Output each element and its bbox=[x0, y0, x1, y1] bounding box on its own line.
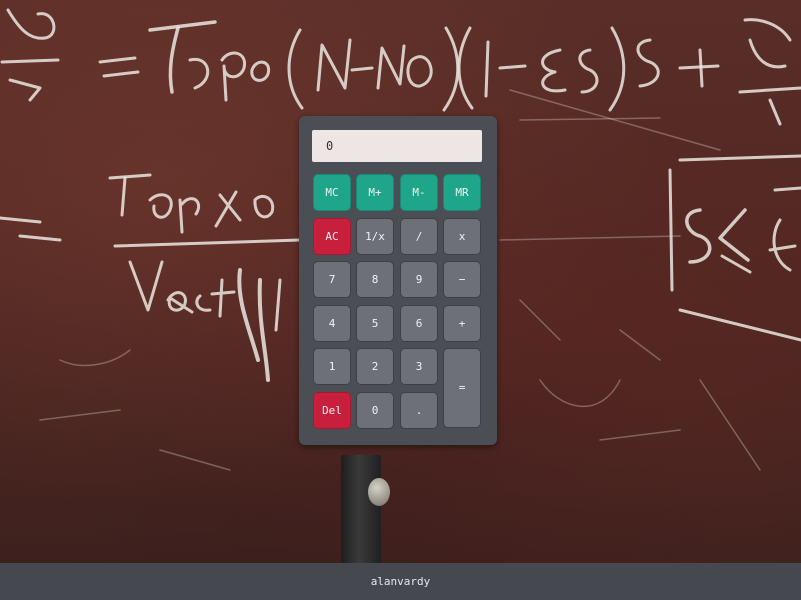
reciprocal-button[interactable]: 1/x bbox=[356, 218, 394, 255]
memory-recall-button[interactable]: MR bbox=[443, 174, 481, 211]
calculator-stand bbox=[341, 455, 381, 567]
memory-add-button[interactable]: M+ bbox=[356, 174, 394, 211]
delete-button[interactable]: Del bbox=[313, 392, 351, 429]
memory-subtract-button[interactable]: M- bbox=[400, 174, 438, 211]
footer-bar: alanvardy bbox=[0, 563, 801, 600]
divide-button[interactable]: / bbox=[400, 218, 438, 255]
digit-8-button[interactable]: 8 bbox=[356, 261, 394, 298]
digit-0-button[interactable]: 0 bbox=[356, 392, 394, 429]
equals-button[interactable]: = bbox=[443, 348, 481, 428]
digit-1-button[interactable]: 1 bbox=[313, 348, 351, 385]
digit-7-button[interactable]: 7 bbox=[313, 261, 351, 298]
author-name[interactable]: alanvardy bbox=[371, 575, 431, 588]
digit-9-button[interactable]: 9 bbox=[400, 261, 438, 298]
digit-4-button[interactable]: 4 bbox=[313, 305, 351, 342]
digit-5-button[interactable]: 5 bbox=[356, 305, 394, 342]
digit-6-button[interactable]: 6 bbox=[400, 305, 438, 342]
subtract-button[interactable]: − bbox=[443, 261, 481, 298]
all-clear-button[interactable]: AC bbox=[313, 218, 351, 255]
multiply-button[interactable]: x bbox=[443, 218, 481, 255]
add-button[interactable]: + bbox=[443, 305, 481, 342]
digit-3-button[interactable]: 3 bbox=[400, 348, 438, 385]
decimal-point-button[interactable]: . bbox=[400, 392, 438, 429]
stand-knob bbox=[368, 478, 390, 506]
calculator-display: 0 bbox=[312, 130, 482, 162]
page: 0 MC M+ M- MR AC 1/x / x 7 8 9 − 4 5 6 +… bbox=[0, 0, 801, 600]
calculator: 0 MC M+ M- MR AC 1/x / x 7 8 9 − 4 5 6 +… bbox=[299, 116, 497, 445]
memory-clear-button[interactable]: MC bbox=[313, 174, 351, 211]
digit-2-button[interactable]: 2 bbox=[356, 348, 394, 385]
